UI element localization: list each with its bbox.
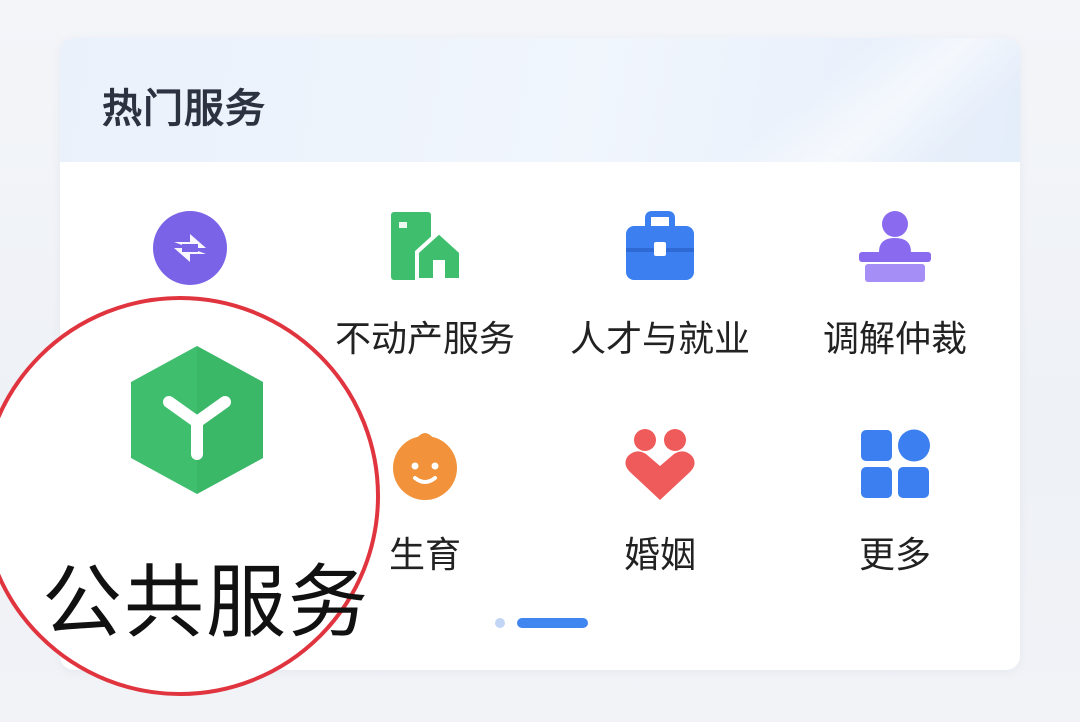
service-label: 婚姻 (623, 535, 696, 576)
real-estate-icon (391, 212, 463, 282)
pager-dot-1[interactable] (495, 618, 505, 628)
service-item-more[interactable]: 更多 (775, 426, 1015, 596)
globe-exchange-icon (153, 211, 227, 285)
more-grid-icon (861, 429, 930, 498)
service-item-real-estate[interactable]: 不动产服务 (305, 210, 545, 380)
service-label: 调解仲裁 (822, 319, 967, 360)
mediation-icon (859, 211, 931, 282)
briefcase-icon (626, 211, 694, 280)
service-item-marriage[interactable]: 婚姻 (540, 426, 780, 596)
card-header: 热门服务 (60, 38, 1020, 162)
section-title: 热门服务 (102, 86, 266, 132)
pager-dot-2-active[interactable] (517, 618, 588, 628)
service-item-talent-employment[interactable]: 人才与就业 (540, 210, 780, 380)
heart-couple-icon (625, 429, 695, 500)
service-item-mediation-arbitration[interactable]: 调解仲裁 (775, 210, 1015, 380)
service-label: 更多 (858, 535, 931, 576)
service-label: 不动产服务 (334, 319, 515, 360)
callout-label: 公共服务 (42, 556, 370, 649)
public-service-icon[interactable] (125, 342, 269, 498)
baby-face-icon (393, 433, 457, 500)
service-label: 人才与就业 (569, 319, 750, 360)
